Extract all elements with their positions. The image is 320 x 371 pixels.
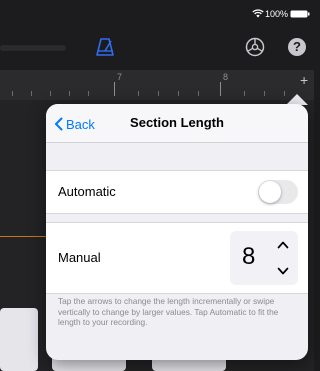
wifi-icon (252, 9, 264, 18)
status-bar: 100% (0, 0, 314, 22)
ruler-tick (264, 91, 265, 96)
add-section-icon[interactable]: + (300, 72, 308, 88)
ruler-tick (88, 91, 89, 96)
ruler-tick (138, 91, 139, 96)
back-button[interactable]: Back (54, 115, 95, 133)
chevron-left-icon (55, 117, 63, 131)
help-icon[interactable]: ? (288, 38, 306, 56)
ruler-tick (244, 91, 245, 96)
popover-header: Back Section Length (46, 104, 308, 143)
chevron-down-icon[interactable] (276, 265, 290, 277)
automatic-toggle[interactable] (258, 180, 298, 204)
ruler-label: 8 (223, 72, 229, 82)
manual-label: Manual (58, 250, 101, 265)
chevron-up-icon[interactable] (276, 239, 290, 251)
track-region[interactable] (0, 308, 38, 371)
automatic-row: Automatic (46, 170, 308, 214)
ruler-tick (284, 91, 285, 96)
settings-icon[interactable] (244, 36, 266, 58)
ruler-tick (12, 91, 13, 96)
ruler-tick (114, 82, 115, 96)
ruler-label: 7 (117, 72, 123, 82)
toggle-knob (259, 181, 281, 203)
metronome-icon[interactable] (95, 37, 115, 57)
ruler-tick (158, 91, 159, 96)
back-label: Back (66, 116, 95, 132)
automatic-label: Automatic (58, 184, 116, 199)
ruler-tick (31, 91, 32, 96)
length-value: 8 (242, 243, 256, 270)
help-text: Tap the arrows to change the length incr… (58, 296, 279, 327)
length-stepper[interactable]: 8 (230, 231, 298, 285)
ruler-tick (69, 91, 70, 96)
section-length-popover: Back Section Length Automatic Manual 8 T… (46, 104, 308, 360)
ruler-tick (198, 91, 199, 96)
ruler-tick (178, 91, 179, 96)
battery-percent: 100% (265, 9, 289, 19)
manual-row: Manual 8 (46, 222, 308, 294)
ruler-tick (50, 91, 51, 96)
battery-icon (290, 10, 310, 18)
transport-bar (0, 45, 66, 51)
timeline-ruler[interactable] (0, 70, 314, 100)
ruler-tick (220, 82, 221, 96)
